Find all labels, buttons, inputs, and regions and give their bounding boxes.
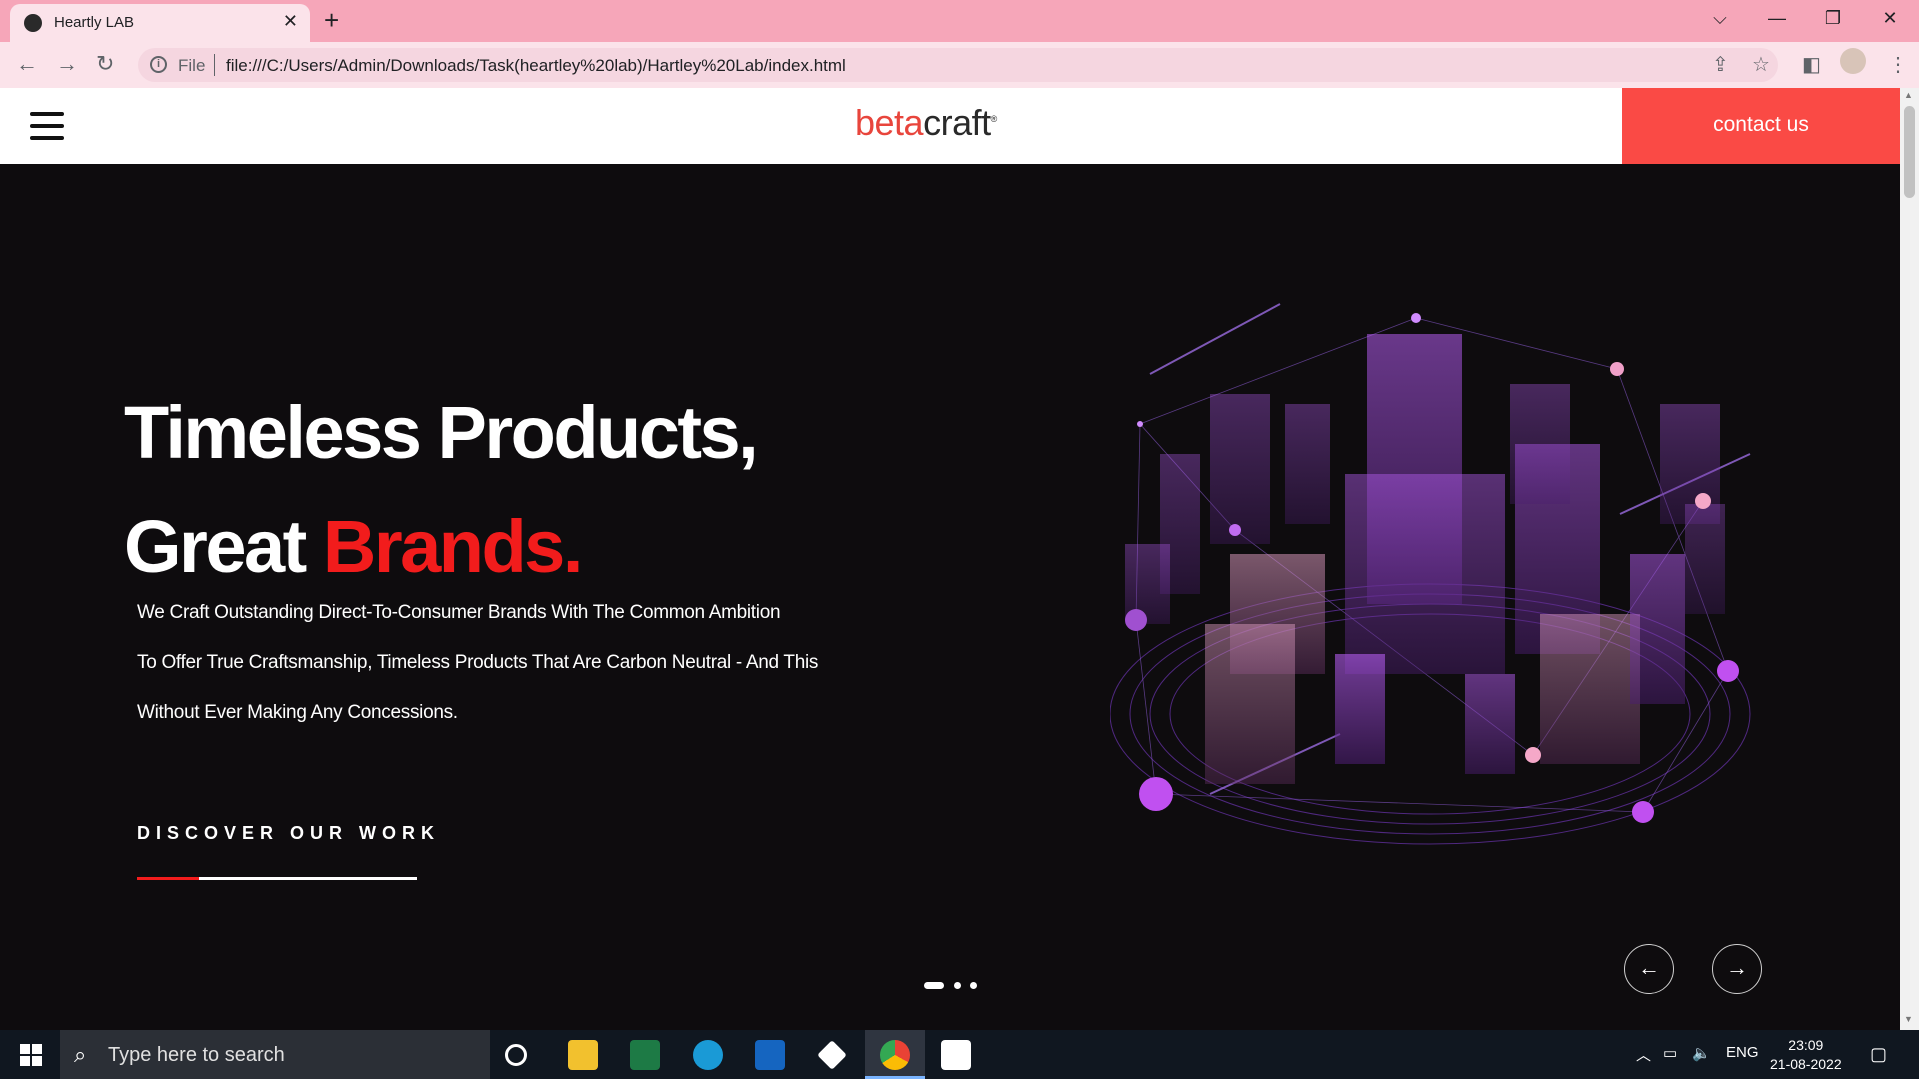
profile-avatar[interactable] [1840,48,1866,74]
hero-headline-line2: Great Brands. [124,505,583,588]
notifications-icon[interactable]: ▢ [1870,1044,1887,1065]
search-placeholder: Type here to search [108,1044,285,1066]
hero-description-line: To Offer True Craftsmanship, Timeless Pr… [137,652,819,673]
cortana-icon[interactable] [505,1044,527,1066]
bookmark-star-icon[interactable]: ☆ [1752,52,1770,77]
windows-taskbar: ⌕ Type here to search ︿ ▭ 🔈 ENG 23:09 21… [0,1030,1919,1079]
info-icon[interactable]: i [150,56,167,73]
taskbar-search-box[interactable]: ⌕ Type here to search [60,1030,490,1079]
new-tab-button[interactable]: + [324,5,339,36]
contact-us-button[interactable]: contact us [1622,88,1900,164]
clock-time: 23:09 [1788,1037,1824,1053]
isometric-city-illustration [1110,303,1751,845]
tray-chevron-icon[interactable]: ︿ [1636,1044,1651,1065]
windows-start-icon[interactable] [20,1044,42,1066]
cta-underline [137,877,417,880]
chrome-icon[interactable] [880,1040,910,1070]
divider [214,54,215,76]
restore-button[interactable]: ❐ [1813,8,1853,29]
slide-indicator[interactable] [970,982,977,989]
volume-icon[interactable]: 🔈 [1692,1044,1711,1062]
tab-search-chevron-icon[interactable]: ⌵ [1700,8,1740,29]
share-icon[interactable]: ⇪ [1712,52,1729,77]
site-logo[interactable]: betacraft® [855,102,997,144]
excel-icon[interactable] [630,1040,660,1070]
address-bar[interactable]: i File file:///C:/Users/Admin/Downloads/… [138,48,1778,82]
scrollbar-thumb[interactable] [1904,106,1915,198]
reload-icon[interactable]: ↻ [96,51,114,77]
scroll-down-icon[interactable]: ▼ [1904,1014,1913,1024]
hero-section: Timeless Products, Great Brands. We Craf… [0,164,1900,1030]
more-menu-icon[interactable]: ⋮ [1888,52,1908,77]
forward-arrow-icon[interactable]: → [56,51,78,77]
battery-icon[interactable]: ▭ [1663,1044,1677,1062]
close-tab-icon[interactable]: ✕ [283,11,298,32]
search-icon: ⌕ [74,1042,87,1067]
prev-slide-button[interactable]: ← [1624,944,1674,994]
hamburger-menu-icon[interactable] [22,98,80,154]
dropbox-icon[interactable] [817,1040,847,1070]
back-arrow-icon[interactable]: ← [16,51,38,77]
scheme-label: File [178,56,206,75]
hero-description-line: Without Ever Making Any Concessions. [137,702,458,723]
minimize-button[interactable]: — [1757,8,1797,29]
close-window-button[interactable]: ✕ [1870,8,1910,29]
language-indicator[interactable]: ENG [1726,1044,1759,1061]
clock-date: 21-08-2022 [1770,1056,1842,1072]
slide-indicator-active[interactable] [924,982,944,989]
hero-description-line: We Craft Outstanding Direct-To-Consumer … [137,602,781,623]
site-header: betacraft® contact us [0,88,1900,164]
mail-icon[interactable] [755,1040,785,1070]
tab-title: Heartly LAB [54,14,135,31]
address-toolbar: ← → ↻ i File file:///C:/Users/Admin/Down… [0,42,1919,88]
browser-tab-bar: Heartly LAB ✕ + ⌵ — ❐ ✕ [0,0,1919,42]
slide-indicator[interactable] [954,982,961,989]
side-panel-icon[interactable]: ◧ [1802,52,1821,77]
edge-icon[interactable] [693,1040,723,1070]
amazon-icon[interactable] [941,1040,971,1070]
scroll-up-icon[interactable]: ▲ [1904,90,1913,100]
hero-headline-line1: Timeless Products, [124,391,759,474]
discover-our-work-link[interactable]: DISCOVER OUR WORK [137,823,440,844]
next-slide-button[interactable]: → [1712,944,1762,994]
clock[interactable]: 23:09 21-08-2022 [1770,1036,1842,1074]
globe-icon [24,14,42,32]
browser-tab[interactable]: Heartly LAB ✕ [10,4,310,42]
page-scrollbar[interactable]: ▲ ▼ [1900,88,1919,1030]
file-explorer-icon[interactable] [568,1040,598,1070]
url-text[interactable]: file:///C:/Users/Admin/Downloads/Task(he… [226,56,846,76]
